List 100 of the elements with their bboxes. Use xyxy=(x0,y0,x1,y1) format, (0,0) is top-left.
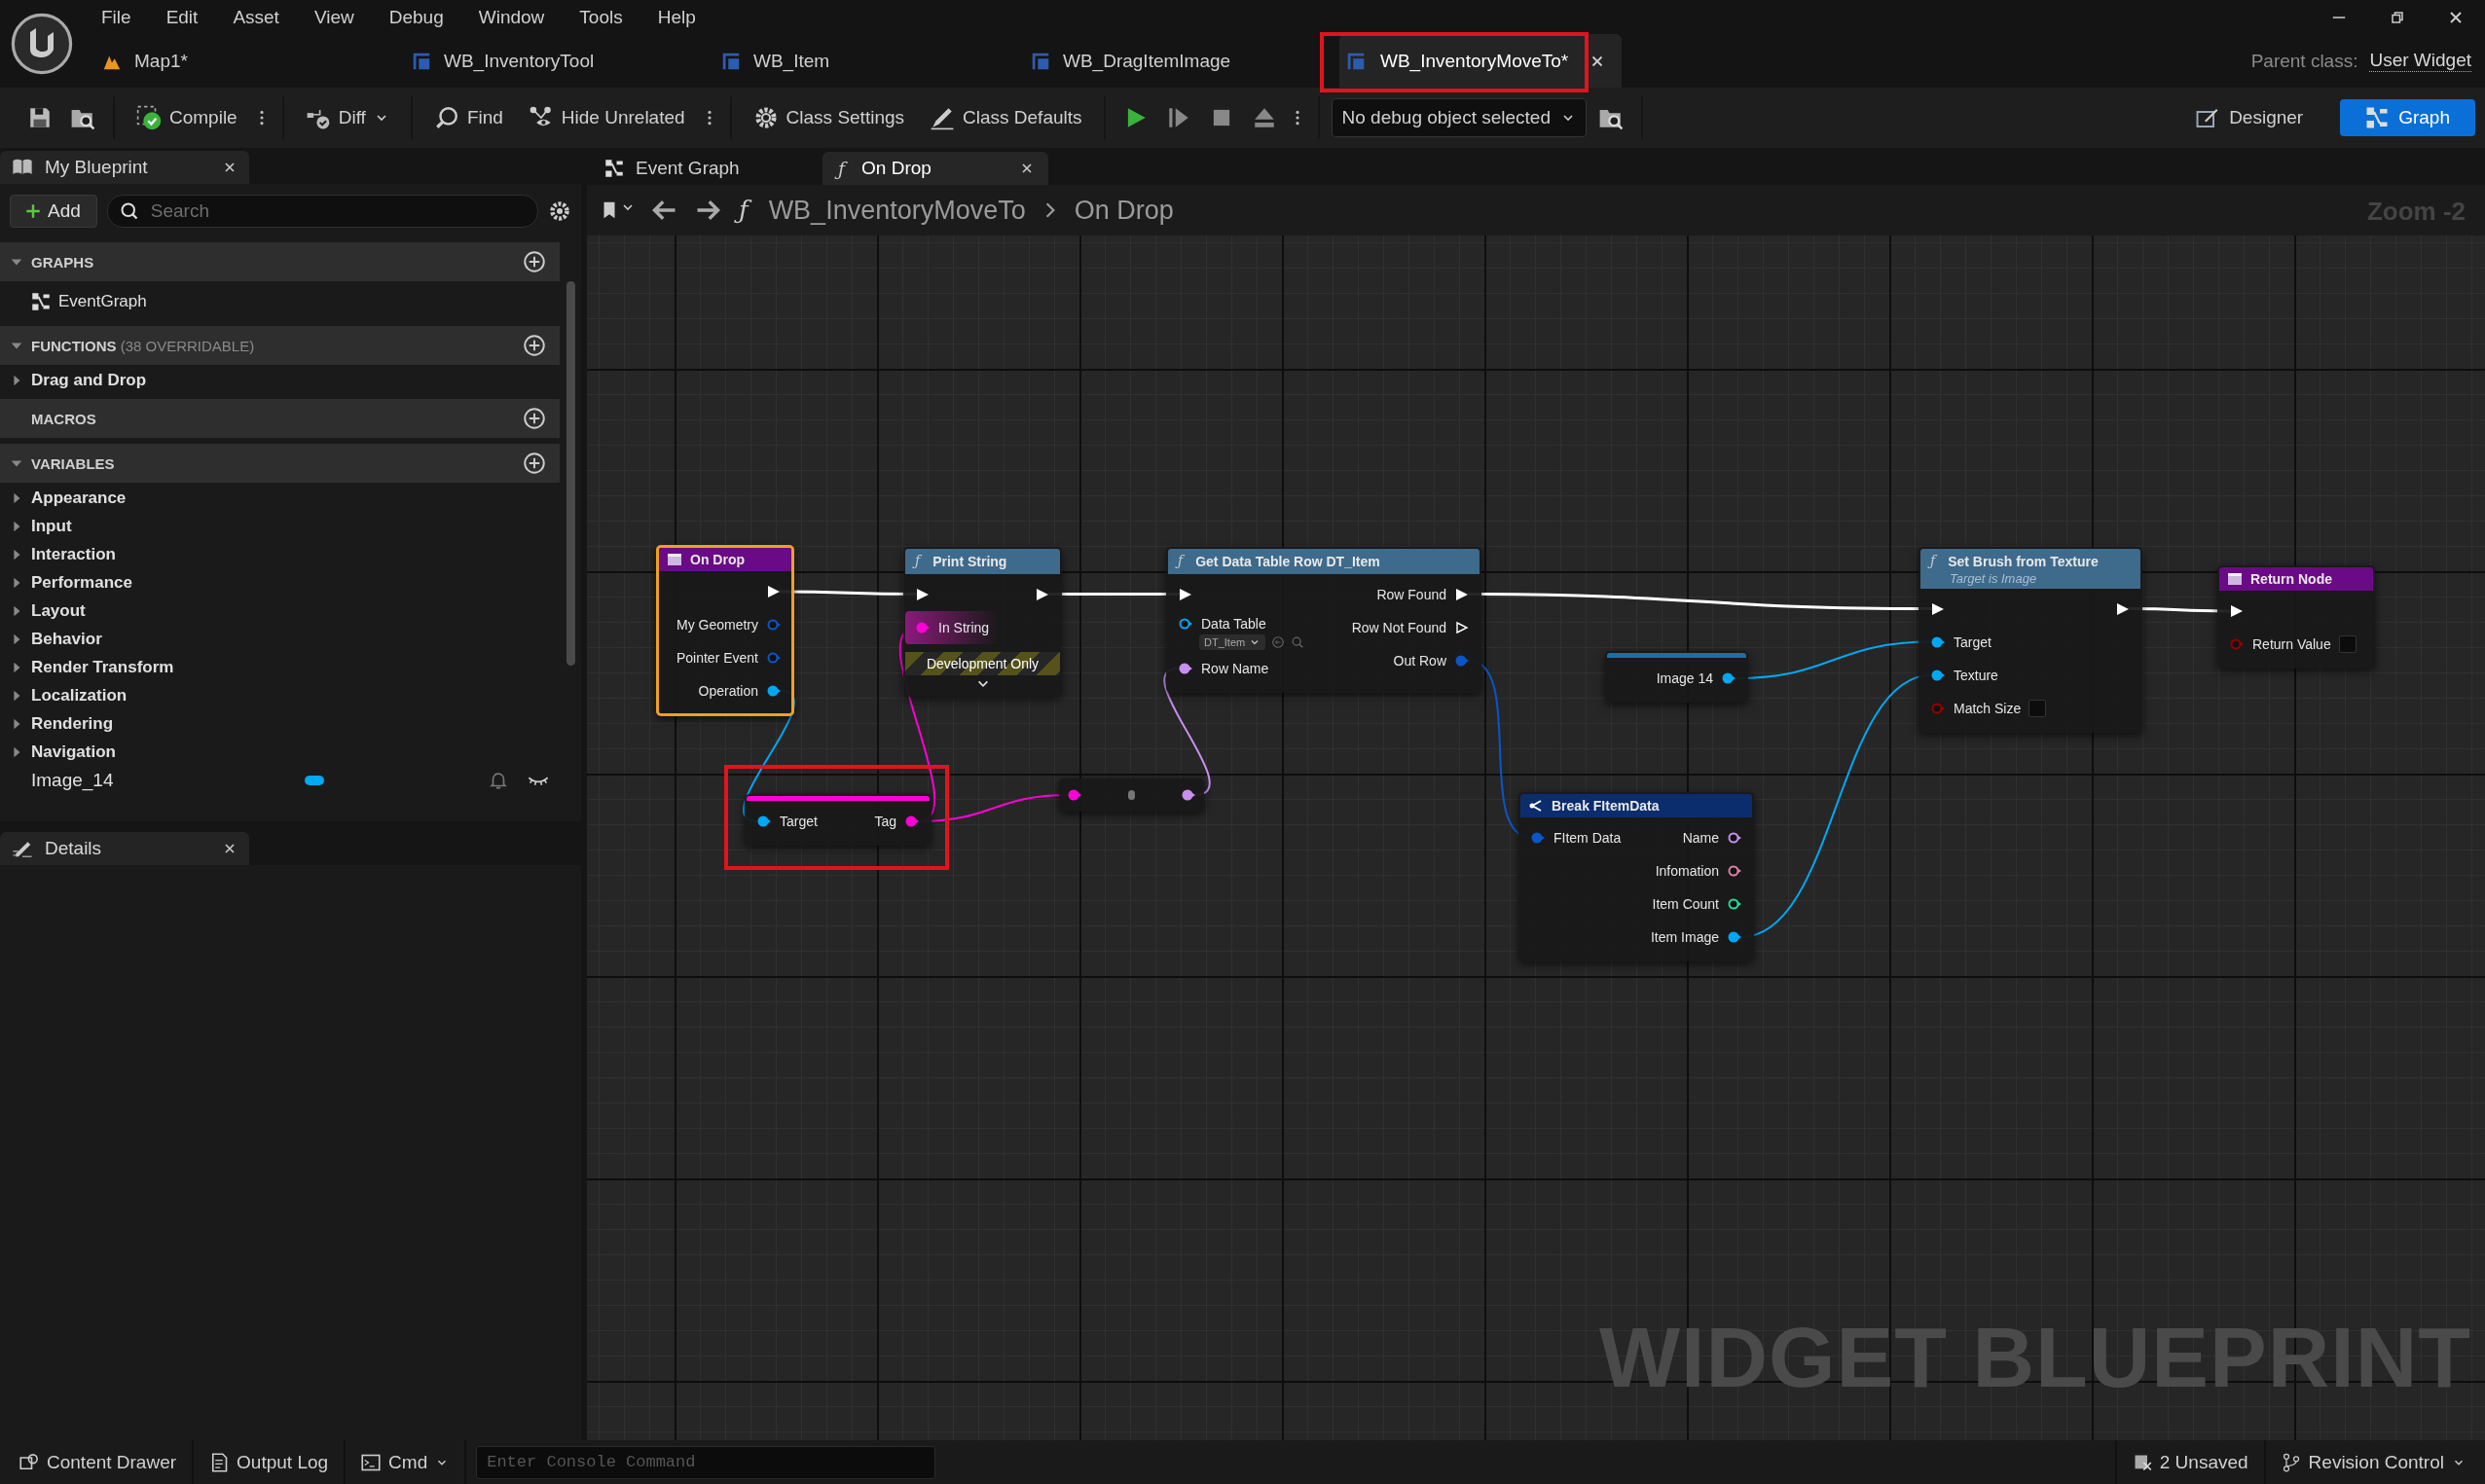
document-tab[interactable]: WB_InventoryTool xyxy=(411,34,720,88)
add-icon[interactable] xyxy=(523,250,546,273)
log-button[interactable]: Output Log xyxy=(194,1440,347,1484)
pin-icon[interactable] xyxy=(1721,670,1736,686)
category-item[interactable]: Layout xyxy=(31,600,86,621)
class-defaults-button[interactable]: Class Defaults xyxy=(920,98,1092,137)
revision-button[interactable]: Revision Control xyxy=(2263,1440,2481,1484)
add-icon[interactable] xyxy=(523,407,546,430)
log-icon xyxy=(209,1452,230,1472)
find-button[interactable]: Find xyxy=(423,98,513,137)
exec-pin-icon[interactable] xyxy=(1035,586,1050,602)
tab-label: On Drop xyxy=(861,158,932,179)
menu-item[interactable]: Asset xyxy=(215,6,297,28)
graph-mode-button[interactable]: Graph xyxy=(2340,99,2475,136)
menu-item[interactable]: Edit xyxy=(148,6,216,28)
dropdown-label: No debug object selected xyxy=(1341,107,1551,128)
search-icon[interactable] xyxy=(1291,634,1305,649)
class-settings-button[interactable]: Class Settings xyxy=(743,98,915,137)
window-icon xyxy=(667,552,682,567)
pin-icon[interactable] xyxy=(1067,787,1082,803)
menu-item[interactable]: Help xyxy=(640,6,713,28)
exec-pin-icon[interactable] xyxy=(2229,603,2245,619)
settings-icon[interactable] xyxy=(548,199,571,223)
blueprint-node[interactable]: Target Tag xyxy=(745,794,932,846)
blueprint-node[interactable]: ƒ Get Data Table Row DT_Item Data Table DT_Item Row Name Row Found Row Not Found Out Row xyxy=(1166,547,1481,693)
exec-pin-icon[interactable] xyxy=(1454,619,1470,635)
panel-tab[interactable]: My Blueprint xyxy=(0,151,249,184)
drawer-button[interactable]: Content Drawer xyxy=(4,1440,195,1484)
category-item[interactable]: Drag and Drop xyxy=(31,370,147,390)
blueprint-node[interactable] xyxy=(1059,778,1204,812)
menu-item[interactable]: View xyxy=(296,6,372,28)
breadcrumb-item[interactable]: WB_InventoryMoveTo xyxy=(768,195,1026,226)
diff-button[interactable]: Diff xyxy=(295,98,399,137)
category-item[interactable]: Localization xyxy=(31,685,128,706)
category-item[interactable]: Behavior xyxy=(31,629,102,649)
parent-class-link[interactable]: User Widget xyxy=(2369,50,2471,72)
exec-pin-icon[interactable] xyxy=(766,584,782,599)
scrollbar[interactable] xyxy=(566,281,575,666)
graph-tab[interactable]: ƒ On Drop xyxy=(822,152,1048,185)
exec-pin-icon[interactable] xyxy=(2115,600,2131,617)
blueprint-node[interactable]: ƒ Set Brush from Texture Target is Image Target Texture Match Size xyxy=(1919,547,2142,733)
add-icon[interactable] xyxy=(523,452,546,475)
pin-icon[interactable] xyxy=(1727,863,1742,879)
exec-pin-icon[interactable] xyxy=(1178,586,1193,602)
blueprint-node[interactable]: Return Node Return Value xyxy=(2217,565,2375,669)
graph-item[interactable]: EventGraph xyxy=(58,292,147,311)
save-icon[interactable] xyxy=(27,105,53,130)
breadcrumb-item[interactable]: On Drop xyxy=(1074,195,1174,226)
panel-tab[interactable]: Details xyxy=(0,832,249,865)
document-tab[interactable]: WB_InventoryMoveTo* xyxy=(1339,34,1622,88)
category-item[interactable]: Appearance xyxy=(31,488,127,508)
blueprint-node[interactable]: ƒ Print String In String Development Only xyxy=(903,547,1062,697)
cmd-button[interactable]: Cmd xyxy=(346,1440,467,1484)
variable-item[interactable]: Image_14 xyxy=(31,769,114,791)
exec-pin-icon[interactable] xyxy=(1454,586,1470,602)
category-item[interactable]: Navigation xyxy=(31,742,116,762)
section-header[interactable]: MACROS xyxy=(0,399,560,438)
unsaved-button[interactable]: 2 Unsaved xyxy=(2114,1440,2264,1484)
menu-item[interactable]: Tools xyxy=(562,6,640,28)
pin-icon[interactable] xyxy=(1727,896,1742,912)
pin-icon[interactable] xyxy=(1727,929,1742,945)
pin-icon[interactable] xyxy=(1727,830,1742,846)
designer-mode-button[interactable]: Designer xyxy=(2171,99,2329,136)
menu-item[interactable]: File xyxy=(84,6,149,28)
add-button[interactable]: Add xyxy=(10,195,97,228)
section-header[interactable]: GRAPHS xyxy=(0,242,560,281)
blueprint-node[interactable]: Image 14 xyxy=(1605,651,1748,703)
category-item[interactable]: Rendering xyxy=(31,713,114,734)
hide-unrelated-button[interactable]: Hide Unrelated xyxy=(518,98,695,137)
exec-pin-icon[interactable] xyxy=(1930,600,1946,617)
dropdown[interactable]: DT_Item xyxy=(1199,633,1266,650)
document-tab[interactable]: WB_Item xyxy=(720,34,1030,88)
category-item[interactable]: Render Transform xyxy=(31,657,174,677)
graph-tab[interactable]: Event Graph xyxy=(591,152,817,185)
debug-object-dropdown[interactable]: No debug object selected xyxy=(1331,98,1587,137)
blueprint-node[interactable]: On Drop My Geometry Pointer Event Operation xyxy=(656,545,794,716)
menu-item[interactable]: Debug xyxy=(371,6,461,28)
category-item[interactable]: Interaction xyxy=(31,544,116,564)
pin-icon[interactable] xyxy=(756,814,772,829)
document-tab[interactable]: Map1* xyxy=(101,34,411,88)
section-header[interactable]: FUNCTIONS (38 OVERRIDABLE) xyxy=(0,326,560,365)
checkbox[interactable] xyxy=(2028,699,2047,717)
section-header[interactable]: VARIABLES xyxy=(0,444,560,483)
compile-button[interactable]: Compile xyxy=(127,98,247,137)
add-icon[interactable] xyxy=(523,334,546,357)
category-item[interactable]: Performance xyxy=(31,572,132,593)
console-input[interactable]: Enter Console Command xyxy=(476,1445,936,1479)
engine-logo[interactable] xyxy=(11,13,73,75)
menu-item[interactable]: Window xyxy=(460,6,563,28)
category-item[interactable]: Input xyxy=(31,516,72,536)
pin-icon[interactable] xyxy=(1181,787,1196,803)
exec-pin-icon[interactable] xyxy=(915,586,931,602)
tab-label: WB_DragItemImage xyxy=(1063,50,1231,72)
blueprint-node[interactable]: Break FItemData FItem Data Name Infomation Item Count Item Image xyxy=(1518,792,1754,961)
pin-icon[interactable] xyxy=(766,683,782,699)
checkbox[interactable] xyxy=(2338,635,2357,653)
search-field[interactable]: Search xyxy=(106,195,538,228)
document-tab[interactable]: WB_DragItemImage xyxy=(1030,34,1339,88)
search-input[interactable]: Search xyxy=(148,199,526,223)
pin-icon[interactable] xyxy=(904,814,920,829)
